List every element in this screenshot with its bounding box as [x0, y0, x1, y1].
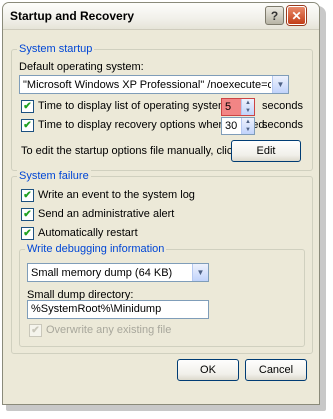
- send-alert-checkbox[interactable]: ✔: [21, 208, 34, 221]
- spin-arrows[interactable]: ▲ ▼: [241, 99, 254, 115]
- help-icon: ?: [270, 8, 279, 23]
- edit-button[interactable]: Edit: [231, 140, 301, 162]
- edit-hint-text: To edit the startup options file manuall…: [21, 145, 263, 157]
- default-os-value: "Microsoft Windows XP Professional" /noe…: [23, 79, 271, 91]
- seconds-label-1: seconds: [262, 100, 303, 112]
- ok-button[interactable]: OK: [177, 359, 239, 381]
- dump-dir-input[interactable]: %SystemRoot%\Minidump: [27, 300, 209, 319]
- overwrite-label: Overwrite any existing file: [46, 324, 172, 336]
- ok-button-label: OK: [200, 364, 216, 376]
- dump-dir-value: %SystemRoot%\Minidump: [31, 303, 162, 315]
- close-icon: ✕: [291, 8, 302, 23]
- edit-button-label: Edit: [256, 145, 276, 157]
- chevron-down-icon[interactable]: ▼: [272, 76, 288, 93]
- spin-down-icon[interactable]: ▼: [242, 126, 254, 134]
- auto-restart-label: Automatically restart: [38, 227, 138, 239]
- write-event-label: Write an event to the system log: [38, 189, 195, 201]
- send-alert-label: Send an administrative alert: [38, 208, 175, 220]
- checkmark-icon: ✔: [23, 227, 32, 239]
- system-failure-legend: System failure: [17, 170, 91, 182]
- write-event-checkbox[interactable]: ✔: [21, 189, 34, 202]
- help-button[interactable]: ?: [265, 6, 284, 25]
- seconds-label-2: seconds: [262, 119, 303, 131]
- system-startup-legend: System startup: [17, 43, 95, 55]
- spin-down-icon[interactable]: ▼: [242, 107, 254, 115]
- time-recovery-checkbox[interactable]: ✔: [21, 119, 34, 132]
- dump-type-value: Small memory dump (64 KB): [31, 267, 173, 279]
- time-recovery-value[interactable]: 30: [225, 120, 237, 132]
- checkmark-icon: ✔: [31, 324, 40, 336]
- time-list-spinner[interactable]: 5 ▲ ▼: [221, 98, 255, 116]
- cancel-button-label: Cancel: [258, 364, 294, 376]
- dump-type-select[interactable]: Small memory dump (64 KB) ▼: [27, 263, 209, 282]
- debug-info-legend: Write debugging information: [25, 243, 167, 255]
- checkmark-icon: ✔: [23, 189, 32, 201]
- overwrite-checkbox[interactable]: ✔: [29, 324, 42, 337]
- default-os-select[interactable]: "Microsoft Windows XP Professional" /noe…: [19, 75, 289, 94]
- window-title: Startup and Recovery: [10, 9, 135, 23]
- checkmark-icon: ✔: [23, 100, 32, 112]
- close-button[interactable]: ✕: [287, 6, 306, 25]
- time-list-checkbox[interactable]: ✔: [21, 100, 34, 113]
- cancel-button[interactable]: Cancel: [245, 359, 307, 381]
- time-list-value[interactable]: 5: [225, 101, 231, 113]
- time-list-label: Time to display list of operating system…: [38, 100, 236, 112]
- time-recovery-spinner[interactable]: 30 ▲ ▼: [221, 117, 255, 135]
- chevron-down-icon[interactable]: ▼: [192, 264, 208, 281]
- checkmark-icon: ✔: [23, 119, 32, 131]
- spin-up-icon[interactable]: ▲: [242, 118, 254, 126]
- title-bar[interactable]: Startup and Recovery ? ✕: [3, 3, 319, 30]
- startup-recovery-dialog: Startup and Recovery ? ✕ System startup …: [2, 2, 320, 405]
- spin-arrows[interactable]: ▲ ▼: [241, 118, 254, 134]
- checkmark-icon: ✔: [23, 208, 32, 220]
- default-os-label: Default operating system:: [19, 61, 144, 73]
- auto-restart-checkbox[interactable]: ✔: [21, 227, 34, 240]
- spin-up-icon[interactable]: ▲: [242, 99, 254, 107]
